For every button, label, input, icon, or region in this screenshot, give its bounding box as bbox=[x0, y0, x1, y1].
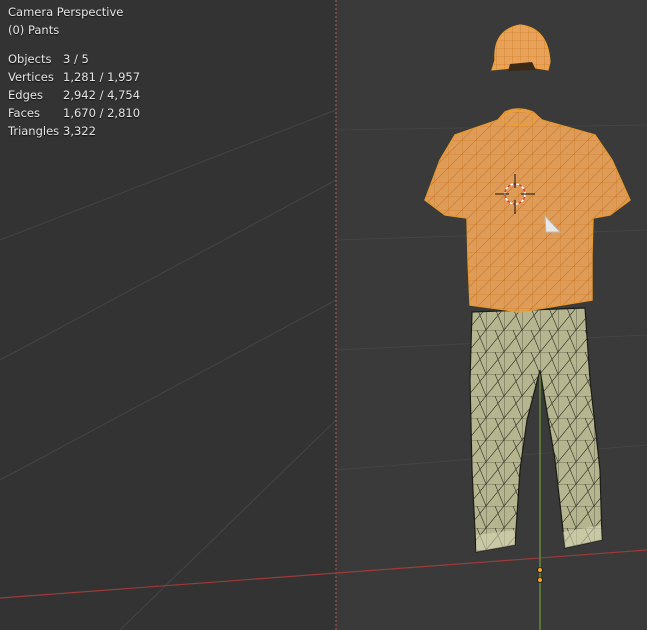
stat-label: Edges bbox=[8, 88, 43, 102]
stat-value: 3 / 5 bbox=[63, 52, 89, 66]
stat-value: 2,942 / 4,754 bbox=[63, 88, 141, 102]
stat-value: 1,281 / 1,957 bbox=[63, 70, 141, 84]
object-origin bbox=[537, 577, 543, 583]
stat-value: 1,670 / 2,810 bbox=[63, 106, 141, 120]
stat-label: Objects bbox=[8, 52, 52, 66]
viewport-view-name: Camera Perspective bbox=[8, 5, 124, 19]
object-origin bbox=[537, 567, 543, 573]
viewport-active-object: (0) Pants bbox=[8, 23, 60, 37]
stat-label: Faces bbox=[8, 106, 40, 120]
stat-label: Vertices bbox=[8, 70, 54, 84]
stat-value: 3,322 bbox=[63, 124, 96, 138]
3d-viewport[interactable]: Camera Perspective (0) Pants Objects 3 /… bbox=[0, 0, 647, 630]
stat-label: Triangles bbox=[8, 124, 60, 138]
